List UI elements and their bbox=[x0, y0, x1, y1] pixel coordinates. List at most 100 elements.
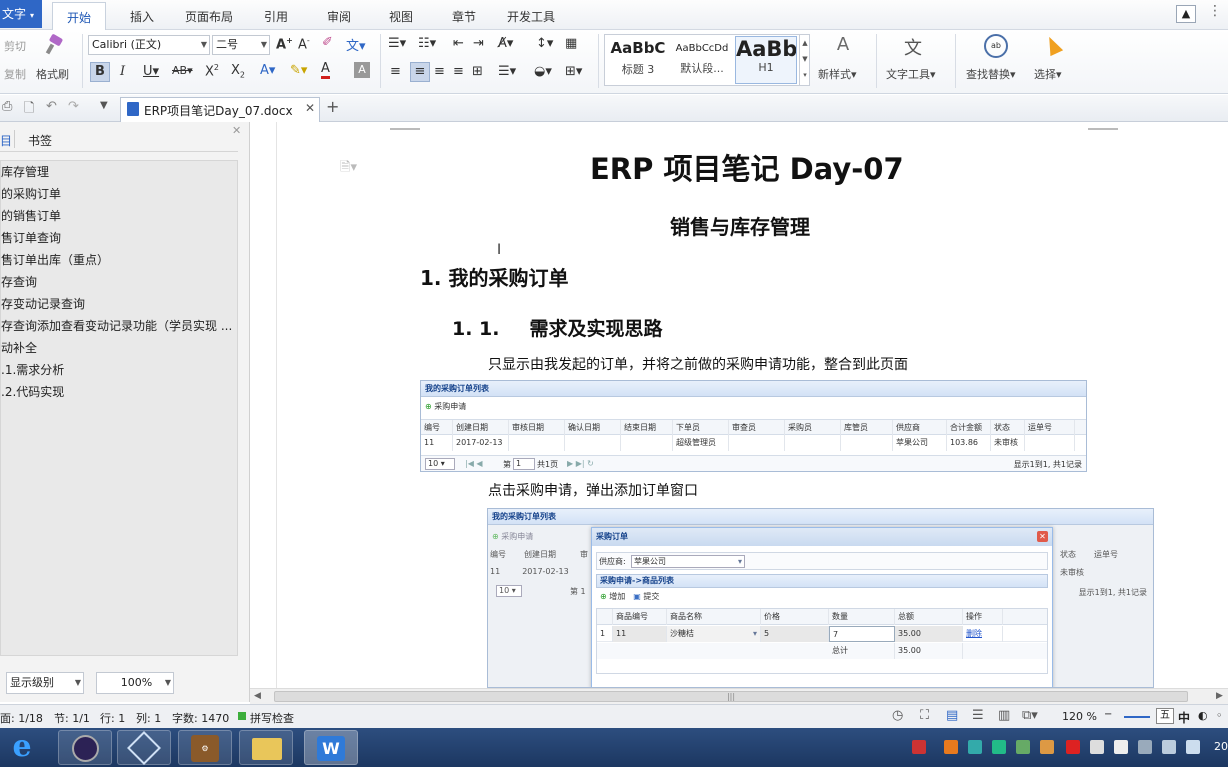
ie-icon[interactable]: e bbox=[4, 730, 40, 765]
numbered-list-icon[interactable]: ☷▾ bbox=[418, 36, 436, 51]
char-spacing-icon[interactable]: A̸▾ bbox=[498, 36, 513, 51]
history-icon[interactable]: ◷ bbox=[892, 708, 903, 723]
tab-review[interactable]: 审阅 bbox=[327, 8, 351, 25]
subscript-button[interactable]: X2 bbox=[231, 63, 245, 80]
qat-dropdown-icon[interactable]: ▼ bbox=[100, 100, 108, 111]
undo-icon[interactable]: ↶ bbox=[46, 99, 57, 114]
cut-button[interactable]: 剪切 bbox=[4, 38, 26, 54]
tab-references[interactable]: 引用 bbox=[264, 8, 288, 25]
font-color-icon[interactable]: A bbox=[321, 62, 330, 79]
nav-zoom-select[interactable]: 100% ▼ bbox=[96, 672, 174, 694]
print-preview-icon[interactable]: 🗋 bbox=[24, 99, 34, 121]
volume-icon[interactable] bbox=[1186, 740, 1200, 754]
close-tab-icon[interactable]: ✕ bbox=[305, 101, 315, 115]
page-view-icon[interactable]: ▤ bbox=[946, 708, 958, 723]
shading-icon[interactable]: ◒▾ bbox=[534, 64, 552, 79]
new-style-button[interactable]: 新样式▾ bbox=[818, 66, 857, 82]
taskbar-wps-writer[interactable]: W bbox=[304, 730, 358, 765]
highlight-icon[interactable]: ✎▾ bbox=[290, 63, 307, 78]
ime-dot-icon[interactable]: ◦ bbox=[1216, 709, 1223, 722]
format-painter-icon[interactable] bbox=[42, 34, 68, 56]
italic-button[interactable]: I bbox=[120, 64, 125, 79]
zoom-slider[interactable] bbox=[1124, 716, 1150, 718]
zoom-level[interactable]: 120 % bbox=[1062, 710, 1097, 723]
document-tab[interactable]: ERP项目笔记Day_07.docx ✕ bbox=[120, 97, 320, 122]
copy-button[interactable]: 复制 bbox=[4, 66, 26, 82]
nav-tab-toc[interactable]: 目 bbox=[0, 132, 12, 149]
toc-item[interactable]: 的销售订单 bbox=[1, 205, 237, 227]
taskbar-eclipse[interactable] bbox=[58, 730, 112, 765]
tray-red-icon[interactable] bbox=[1066, 740, 1080, 754]
zoom-out-icon[interactable]: − bbox=[1104, 709, 1112, 720]
outline-level-select[interactable]: 显示级别 ▼ bbox=[6, 672, 84, 694]
bullet-list-icon[interactable]: ☰▾ bbox=[388, 36, 406, 51]
taskbar-javaee[interactable]: ⚙ bbox=[178, 730, 232, 765]
shrink-font-icon[interactable]: A- bbox=[298, 36, 310, 52]
justify-icon[interactable]: ≡ bbox=[453, 64, 464, 79]
text-effect-icon[interactable]: A▾ bbox=[260, 63, 275, 78]
align-left-icon[interactable]: ≡ bbox=[390, 64, 401, 79]
app-menu-button[interactable]: 文字 ▾ bbox=[0, 0, 42, 28]
status-page[interactable]: 面: 1/18 bbox=[0, 710, 43, 726]
scroll-left-icon[interactable]: ◀ bbox=[254, 691, 261, 701]
spell-check-button[interactable]: 拼写检查 bbox=[250, 710, 294, 726]
font-name-select[interactable]: Calibri (正文) ▼ bbox=[88, 35, 210, 55]
style-h1[interactable]: AaBb H1 bbox=[735, 36, 797, 84]
toc-item[interactable]: .2.代码实现 bbox=[1, 381, 237, 403]
tab-chapter[interactable]: 章节 bbox=[452, 8, 476, 25]
style-scroll[interactable]: ▲ ▼ ▾ bbox=[799, 35, 810, 85]
fullscreen-icon[interactable]: ⛶ bbox=[920, 708, 929, 723]
text-tools-button[interactable]: 文字工具▾ bbox=[886, 66, 936, 82]
redo-icon[interactable]: ↷ bbox=[68, 99, 79, 114]
tray-green-icon[interactable] bbox=[992, 740, 1006, 754]
tab-developer[interactable]: 开发工具 bbox=[507, 8, 555, 25]
web-view-icon[interactable]: ▥ bbox=[998, 708, 1010, 723]
grow-font-icon[interactable]: A+ bbox=[276, 36, 293, 52]
bold-button[interactable]: B bbox=[90, 62, 110, 82]
distribute-icon[interactable]: ⊞ bbox=[472, 64, 483, 79]
strikethrough-button[interactable]: AB▾ bbox=[172, 64, 193, 77]
underline-button[interactable]: U▾ bbox=[143, 64, 159, 79]
toc-item[interactable]: 存查询 bbox=[1, 271, 237, 293]
find-replace-button[interactable]: 查找替换▾ bbox=[966, 66, 1016, 82]
tray-chat-icon[interactable] bbox=[1090, 740, 1104, 754]
align-right-icon[interactable]: ≡ bbox=[434, 64, 445, 79]
align-center-icon[interactable]: ≡ bbox=[410, 62, 430, 82]
scroll-right-icon[interactable]: ▶ bbox=[1216, 691, 1223, 701]
toc-item[interactable]: 存变动记录查询 bbox=[1, 293, 237, 315]
line-spacing-icon[interactable]: ☰▾ bbox=[498, 64, 516, 79]
tab-insert[interactable]: 插入 bbox=[130, 8, 154, 25]
taskbar-virtualbox[interactable] bbox=[117, 730, 171, 765]
more-icon[interactable]: ⋮ bbox=[1208, 3, 1222, 19]
close-nav-icon[interactable]: ✕ bbox=[232, 124, 241, 137]
outline-view-icon[interactable]: ☰ bbox=[972, 708, 984, 723]
increase-indent-icon[interactable]: ⇥ bbox=[473, 36, 484, 51]
tray-shield-icon[interactable] bbox=[968, 740, 982, 754]
style-default[interactable]: AaBbCcDd 默认段... bbox=[671, 39, 733, 76]
style-heading3[interactable]: AaBbC 标题 3 bbox=[607, 39, 669, 77]
toc-item[interactable]: 售订单出库（重点） bbox=[1, 249, 237, 271]
new-tab-icon[interactable]: + bbox=[326, 97, 339, 116]
tab-page-layout[interactable]: 页面布局 bbox=[185, 8, 233, 25]
clear-format-icon[interactable]: ✐ bbox=[322, 35, 333, 50]
tab-home[interactable]: 开始 bbox=[52, 2, 107, 30]
tray-orange-icon[interactable] bbox=[1040, 740, 1054, 754]
toc-item[interactable]: 的采购订单 bbox=[1, 183, 237, 205]
toc-item[interactable]: 售订单查询 bbox=[1, 227, 237, 249]
table-border-icon[interactable]: ▦ bbox=[565, 36, 577, 51]
sort-icon[interactable]: ↕▾ bbox=[536, 36, 553, 51]
toc-item[interactable]: 库存管理 bbox=[1, 161, 237, 183]
page-options-icon[interactable]: 🗎▾ bbox=[340, 158, 357, 180]
toc-item[interactable]: 存查询添加查看变动记录功能（学员实现 ... bbox=[1, 315, 237, 337]
tray-app-icon[interactable] bbox=[944, 740, 958, 754]
print-icon[interactable]: ⎙ bbox=[2, 99, 12, 114]
toc-item[interactable]: .1.需求分析 bbox=[1, 359, 237, 381]
borders-icon[interactable]: ⊞▾ bbox=[565, 64, 582, 79]
ime-icon[interactable]: 五 bbox=[1156, 708, 1174, 724]
pinyin-icon[interactable]: 文▾ bbox=[346, 35, 366, 54]
tray-ime-icon[interactable] bbox=[912, 740, 926, 754]
superscript-button[interactable]: X2 bbox=[205, 63, 219, 79]
font-size-select[interactable]: 二号 ▼ bbox=[212, 35, 270, 55]
tray-flag-icon[interactable] bbox=[1114, 740, 1128, 754]
ime-mode[interactable]: 中 bbox=[1178, 709, 1190, 726]
